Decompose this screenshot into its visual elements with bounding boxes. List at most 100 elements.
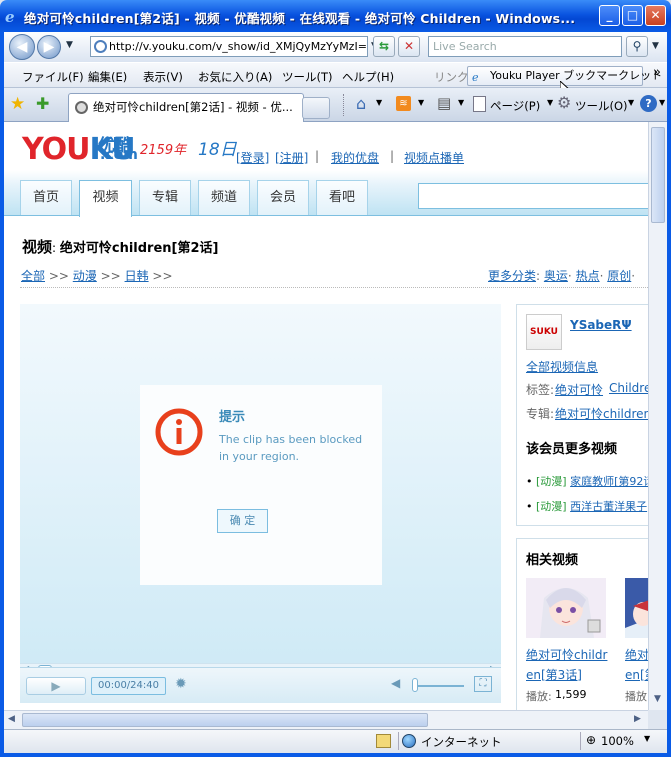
category-links: 更多分类: 奥运· 热点· 原创· bbox=[488, 269, 636, 283]
scroll-down-arrow-icon[interactable]: ▼ bbox=[654, 694, 661, 704]
favorites-star-icon[interactable]: ★ bbox=[10, 94, 25, 114]
nav-tab-channel[interactable]: 频道 bbox=[198, 180, 250, 215]
login-link[interactable]: [登录] bbox=[236, 149, 269, 166]
new-tab-button[interactable] bbox=[302, 97, 330, 119]
player-control-bar: ▶ 00:00/24:40 ✹ ◀ ⛶ bbox=[20, 667, 501, 703]
refresh-button[interactable]: ⇆ bbox=[373, 36, 395, 57]
home-icon[interactable]: ⌂ bbox=[356, 94, 366, 113]
related-video-thumbnail-1[interactable] bbox=[526, 578, 606, 638]
play-button[interactable]: ▶ bbox=[26, 677, 86, 695]
vertical-scrollbar[interactable]: ▼ bbox=[648, 122, 667, 710]
all-video-info-link[interactable]: 全部视频信息 bbox=[526, 358, 598, 375]
cat-hot-link[interactable]: 热点 bbox=[576, 269, 600, 283]
playlist-link[interactable]: 视频点播单 bbox=[404, 149, 464, 166]
address-input[interactable]: http://v.youku.com/v_show/id_XMjQyMzYyMz… bbox=[90, 36, 368, 57]
horizontal-scroll-thumb[interactable] bbox=[22, 713, 428, 727]
related-video-title-1b[interactable]: en[第3话] bbox=[526, 666, 582, 683]
search-icon[interactable]: ⚲ bbox=[626, 36, 648, 57]
page-menu[interactable]: ページ(P) bbox=[490, 98, 540, 114]
logo-domain: .com bbox=[100, 147, 138, 163]
breadcrumb-japan-korea[interactable]: 日韩 bbox=[125, 269, 149, 283]
album-link[interactable]: 绝对可怜children bbox=[555, 405, 648, 422]
minimize-button[interactable]: _ bbox=[599, 5, 620, 26]
forward-button[interactable]: ▶ bbox=[37, 35, 61, 59]
logo-you: YOU bbox=[22, 132, 91, 167]
maximize-button[interactable]: □ bbox=[622, 5, 643, 26]
menu-edit[interactable]: 編集(E) bbox=[88, 69, 127, 85]
tools-dropdown-icon[interactable]: ▼ bbox=[628, 98, 634, 107]
help-dropdown-icon[interactable]: ▼ bbox=[659, 98, 665, 107]
feed-dropdown-icon[interactable]: ▼ bbox=[418, 98, 424, 107]
related-video-title-2b[interactable]: en[第 bbox=[625, 666, 648, 683]
popup-blocker-icon[interactable] bbox=[376, 734, 391, 748]
zoom-level[interactable]: 100% bbox=[601, 734, 634, 748]
nav-tab-kanba[interactable]: 看吧 bbox=[316, 180, 368, 215]
my-youku-link[interactable]: 我的优盘 bbox=[331, 149, 379, 166]
more-links-icon[interactable]: » bbox=[653, 65, 661, 80]
window-frame-right bbox=[667, 32, 671, 757]
menu-file[interactable]: ファイル(F) bbox=[22, 69, 84, 85]
header-separator-2: | bbox=[390, 149, 395, 163]
help-icon[interactable]: ? bbox=[640, 95, 657, 112]
tab-current[interactable]: 绝对可怜children[第2话] - 视频 - 优... bbox=[68, 93, 304, 122]
more-categories-link[interactable]: 更多分类 bbox=[488, 269, 536, 283]
nav-tab-video[interactable]: 视频 bbox=[79, 180, 132, 217]
vertical-scroll-thumb[interactable] bbox=[651, 127, 665, 223]
related-video-title-2[interactable]: 绝对 bbox=[625, 646, 648, 663]
volume-icon[interactable]: ◀ bbox=[391, 676, 400, 690]
date-day: 18日 bbox=[198, 140, 237, 160]
menu-favorites[interactable]: お気に入り(A) bbox=[198, 69, 272, 85]
member-video-link-2[interactable]: 西洋古董洋果子 bbox=[570, 500, 647, 513]
menu-view[interactable]: 表示(V) bbox=[143, 69, 183, 85]
member-video-link-1[interactable]: 家庭教师[第92话 bbox=[570, 475, 648, 488]
nav-tab-album[interactable]: 专辑 bbox=[139, 180, 191, 215]
history-dropdown-icon[interactable]: ▼ bbox=[66, 40, 73, 50]
header-separator: | bbox=[315, 149, 320, 163]
member-video-item-1[interactable]: • [动漫] 家庭教师[第92话 bbox=[526, 473, 648, 489]
related-video-thumbnail-2[interactable] bbox=[625, 578, 648, 638]
dialog-ok-button[interactable]: 确 定 bbox=[217, 509, 268, 533]
scroll-right-arrow-icon[interactable]: ▶ bbox=[634, 714, 641, 724]
breadcrumb-all[interactable]: 全部 bbox=[21, 269, 45, 283]
cat-original-link[interactable]: 原创 bbox=[607, 269, 631, 283]
volume-thumb[interactable] bbox=[412, 678, 418, 692]
print-icon[interactable]: ▤ bbox=[437, 94, 451, 112]
menu-tools[interactable]: ツール(T) bbox=[282, 69, 333, 85]
add-favorites-icon[interactable]: ✚ bbox=[36, 94, 49, 113]
site-search-input[interactable] bbox=[418, 183, 648, 209]
page-dropdown-icon[interactable]: ▼ bbox=[547, 98, 553, 107]
live-search-input[interactable]: Live Search bbox=[428, 36, 622, 57]
menu-help[interactable]: ヘルプ(H) bbox=[342, 69, 394, 85]
scroll-left-arrow-icon[interactable]: ◀ bbox=[8, 714, 15, 724]
related-video-title-1[interactable]: 绝对可怜childr bbox=[526, 646, 607, 663]
nav-tab-home[interactable]: 首页 bbox=[20, 180, 72, 215]
nav-tab-member[interactable]: 会员 bbox=[257, 180, 309, 215]
search-options-icon[interactable]: ▼ bbox=[652, 41, 659, 51]
loading-tab-icon bbox=[75, 101, 88, 114]
fullscreen-icon[interactable]: ⛶ bbox=[474, 676, 492, 692]
volume-slider[interactable] bbox=[412, 685, 464, 687]
tools-menu[interactable]: ツール(O) bbox=[575, 98, 628, 114]
settings-icon[interactable]: ✹ bbox=[175, 676, 187, 692]
tag-link-1[interactable]: 绝对可怜 bbox=[555, 381, 603, 398]
rss-feed-icon[interactable]: ≋ bbox=[396, 96, 411, 111]
register-link[interactable]: [注册] bbox=[275, 149, 308, 166]
tag-link-2[interactable]: Childre bbox=[609, 381, 648, 395]
avatar[interactable]: SUKU bbox=[526, 314, 562, 350]
back-button[interactable]: ◀ bbox=[9, 34, 35, 60]
member-video-item-2[interactable]: • [动漫] 西洋古董洋果子 bbox=[526, 498, 647, 514]
youku-player-bookmarklet-link[interactable]: e Youku Player ブックマークレット bbox=[467, 66, 662, 86]
uploader-name[interactable]: YSabeRΨ bbox=[570, 318, 632, 332]
close-window-button[interactable]: ✕ bbox=[645, 5, 666, 26]
status-divider bbox=[398, 732, 399, 750]
breadcrumb-anime[interactable]: 动漫 bbox=[73, 269, 97, 283]
tab-title: 绝对可怜children[第2话] - 视频 - 优... bbox=[93, 100, 293, 114]
print-dropdown-icon[interactable]: ▼ bbox=[458, 98, 464, 107]
window-title-bar[interactable]: e 绝对可怜children[第2话] - 视频 - 优酷视频 - 在线观看 -… bbox=[0, 0, 671, 32]
heading-divider bbox=[20, 287, 648, 288]
stop-button[interactable]: ✕ bbox=[398, 36, 420, 57]
cat-olympics-link[interactable]: 奥运 bbox=[544, 269, 568, 283]
zoom-dropdown-icon[interactable]: ▼ bbox=[644, 734, 650, 743]
horizontal-scrollbar[interactable]: ◀ ▶ bbox=[4, 710, 648, 729]
home-dropdown-icon[interactable]: ▼ bbox=[376, 98, 382, 107]
